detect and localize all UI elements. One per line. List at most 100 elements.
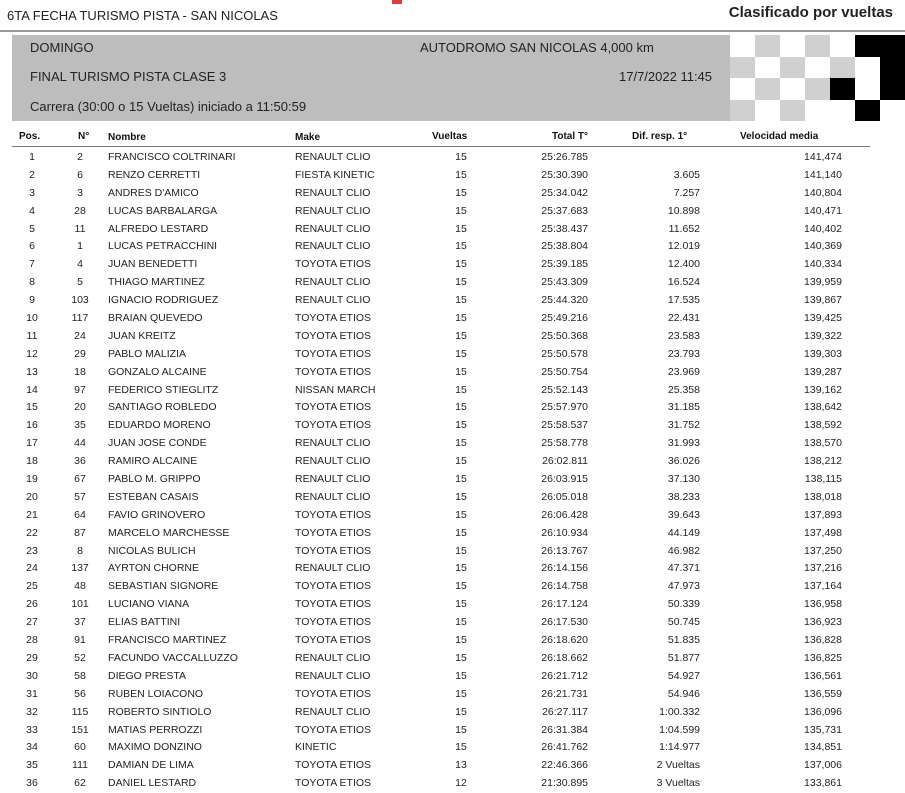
cell-name: MAXIMO DONZINO bbox=[108, 741, 202, 754]
checker-square bbox=[730, 78, 755, 100]
table-row: 35 111 DAMIAN DE LIMA TOYOTA ETIOS 13 22:46.3… bbox=[12, 757, 870, 775]
cell-laps: 15 bbox=[455, 312, 467, 325]
cell-diff: 1:14.977 bbox=[659, 741, 700, 754]
cell-num: 115 bbox=[71, 705, 89, 718]
cell-name: MATIAS PERROZZI bbox=[108, 723, 203, 736]
cell-total: 21:30.895 bbox=[541, 777, 588, 790]
cell-total: 25:50.578 bbox=[541, 347, 588, 360]
cell-laps: 15 bbox=[455, 151, 467, 163]
cell-diff: 38.233 bbox=[667, 490, 700, 503]
cell-name: BRAIAN QUEVEDO bbox=[108, 312, 203, 325]
cell-name: EDUARDO MORENO bbox=[108, 419, 211, 432]
checker-square bbox=[855, 99, 880, 121]
cell-num: 103 bbox=[71, 294, 89, 307]
cell-diff: 31.752 bbox=[667, 419, 700, 432]
cell-diff: 23.793 bbox=[667, 347, 700, 360]
cell-name: LUCAS BARBALARGA bbox=[108, 204, 218, 217]
cell-diff: 3 Vueltas bbox=[656, 777, 700, 790]
session-day: DOMINGO bbox=[30, 40, 94, 55]
cell-num: 62 bbox=[74, 777, 86, 790]
cell-name: ANDRES D'AMICO bbox=[108, 186, 199, 199]
checker-square bbox=[855, 56, 880, 78]
cell-speed: 135,731 bbox=[804, 723, 842, 736]
col-diff-header: Dif. resp. 1° bbox=[632, 131, 688, 142]
cell-name: ESTEBAN CASAIS bbox=[108, 490, 199, 503]
cell-laps: 15 bbox=[455, 508, 467, 521]
cell-diff: 50.339 bbox=[667, 598, 700, 611]
cell-pos: 4 bbox=[29, 204, 35, 217]
cell-speed: 138,592 bbox=[804, 419, 842, 432]
cell-name: THIAGO MARTINEZ bbox=[108, 276, 205, 289]
cell-pos: 32 bbox=[26, 705, 38, 718]
cell-total: 26:10.934 bbox=[541, 526, 588, 539]
cell-total: 26:14.758 bbox=[541, 580, 588, 593]
cell-laps: 15 bbox=[455, 204, 467, 217]
cell-name: LUCAS PETRACCHINI bbox=[108, 240, 218, 253]
cell-total: 25:43.309 bbox=[541, 276, 588, 289]
cell-pos: 20 bbox=[26, 490, 38, 503]
cell-num: 8 bbox=[77, 544, 83, 557]
cell-pos: 23 bbox=[26, 544, 38, 557]
table-row: 12 29 PABLO MALIZIA TOYOTA ETIOS 15 25:50.578… bbox=[12, 346, 870, 364]
checker-square bbox=[780, 35, 805, 57]
cell-name: SANTIAGO ROBLEDO bbox=[108, 401, 217, 414]
session-datetime: 17/7/2022 11:45 bbox=[619, 69, 713, 84]
cell-pos: 26 bbox=[26, 598, 38, 611]
cell-speed: 140,804 bbox=[804, 186, 842, 199]
cell-diff: 46.982 bbox=[667, 544, 700, 557]
cell-make: TOYOTA ETIOS bbox=[295, 526, 372, 539]
cell-pos: 10 bbox=[26, 312, 38, 325]
cell-make: TOYOTA ETIOS bbox=[295, 580, 372, 593]
cell-laps: 15 bbox=[455, 329, 467, 342]
cell-speed: 136,958 bbox=[804, 598, 842, 611]
cell-total: 25:39.185 bbox=[541, 258, 588, 271]
cell-laps: 15 bbox=[455, 383, 467, 396]
checker-square bbox=[880, 35, 905, 57]
cell-laps: 15 bbox=[455, 276, 467, 289]
cell-laps: 15 bbox=[455, 347, 467, 360]
cell-make: KINETIC bbox=[295, 741, 337, 754]
cell-total: 25:26.785 bbox=[541, 151, 588, 163]
cell-laps: 15 bbox=[455, 401, 467, 414]
document-header: 6TA FECHA TURISMO PISTA - SAN NICOLAS Cl… bbox=[0, 0, 905, 32]
cell-pos: 35 bbox=[26, 759, 38, 772]
cell-speed: 139,322 bbox=[804, 329, 842, 342]
cell-total: 26:31.384 bbox=[541, 723, 588, 736]
cell-total: 26:02.811 bbox=[542, 455, 588, 468]
circuit-name: AUTODROMO SAN NICOLAS 4,000 km bbox=[420, 40, 654, 55]
cell-num: 36 bbox=[74, 455, 86, 468]
table-row: 25 48 SEBASTIAN SIGNORE TOYOTA ETIOS 15 26:14… bbox=[12, 578, 870, 596]
cell-num: 101 bbox=[71, 598, 89, 611]
cell-make: TOYOTA ETIOS bbox=[295, 759, 372, 772]
cell-make: RENAULT CLIO bbox=[295, 562, 371, 575]
col-total-header: Total T° bbox=[552, 131, 589, 142]
cell-diff: 47.371 bbox=[667, 562, 700, 575]
cell-make: TOYOTA ETIOS bbox=[295, 777, 372, 790]
cell-laps: 15 bbox=[455, 598, 467, 611]
results-table: 1 2 FRANCISCO COLTRINARI RENAULT CLIO 15 25:2… bbox=[12, 149, 870, 793]
cell-total: 26:14.156 bbox=[541, 562, 588, 575]
cell-make: NISSAN MARCH bbox=[295, 383, 376, 396]
checker-square bbox=[730, 56, 755, 78]
table-row: 18 36 RAMIRO ALCAINE RENAULT CLIO 15 26:02.81… bbox=[12, 453, 870, 471]
cell-speed: 136,825 bbox=[804, 651, 842, 664]
table-row: 29 52 FACUNDO VACCALLUZZO RENAULT CLIO 15 26:… bbox=[12, 650, 870, 668]
cell-pos: 14 bbox=[26, 383, 38, 396]
checker-square bbox=[730, 35, 755, 57]
cell-laps: 15 bbox=[455, 455, 467, 468]
cell-speed: 138,642 bbox=[804, 401, 842, 414]
checker-square bbox=[755, 35, 780, 57]
cell-laps: 15 bbox=[455, 669, 467, 682]
cell-speed: 138,018 bbox=[804, 490, 842, 503]
cell-total: 25:34.042 bbox=[541, 186, 588, 199]
checker-square bbox=[780, 56, 805, 78]
cell-name: RAMIRO ALCAINE bbox=[108, 455, 198, 468]
cell-num: 48 bbox=[74, 580, 86, 593]
col-name-header: Nombre bbox=[108, 132, 146, 143]
cell-total: 26:06.428 bbox=[541, 508, 588, 521]
cell-speed: 136,096 bbox=[804, 705, 842, 718]
cell-name: PABLO M. GRIPPO bbox=[108, 473, 201, 486]
cell-speed: 136,561 bbox=[804, 669, 842, 682]
table-row: 1 2 FRANCISCO COLTRINARI RENAULT CLIO 15 25:2… bbox=[12, 149, 870, 167]
cell-diff: 51.835 bbox=[667, 634, 700, 647]
